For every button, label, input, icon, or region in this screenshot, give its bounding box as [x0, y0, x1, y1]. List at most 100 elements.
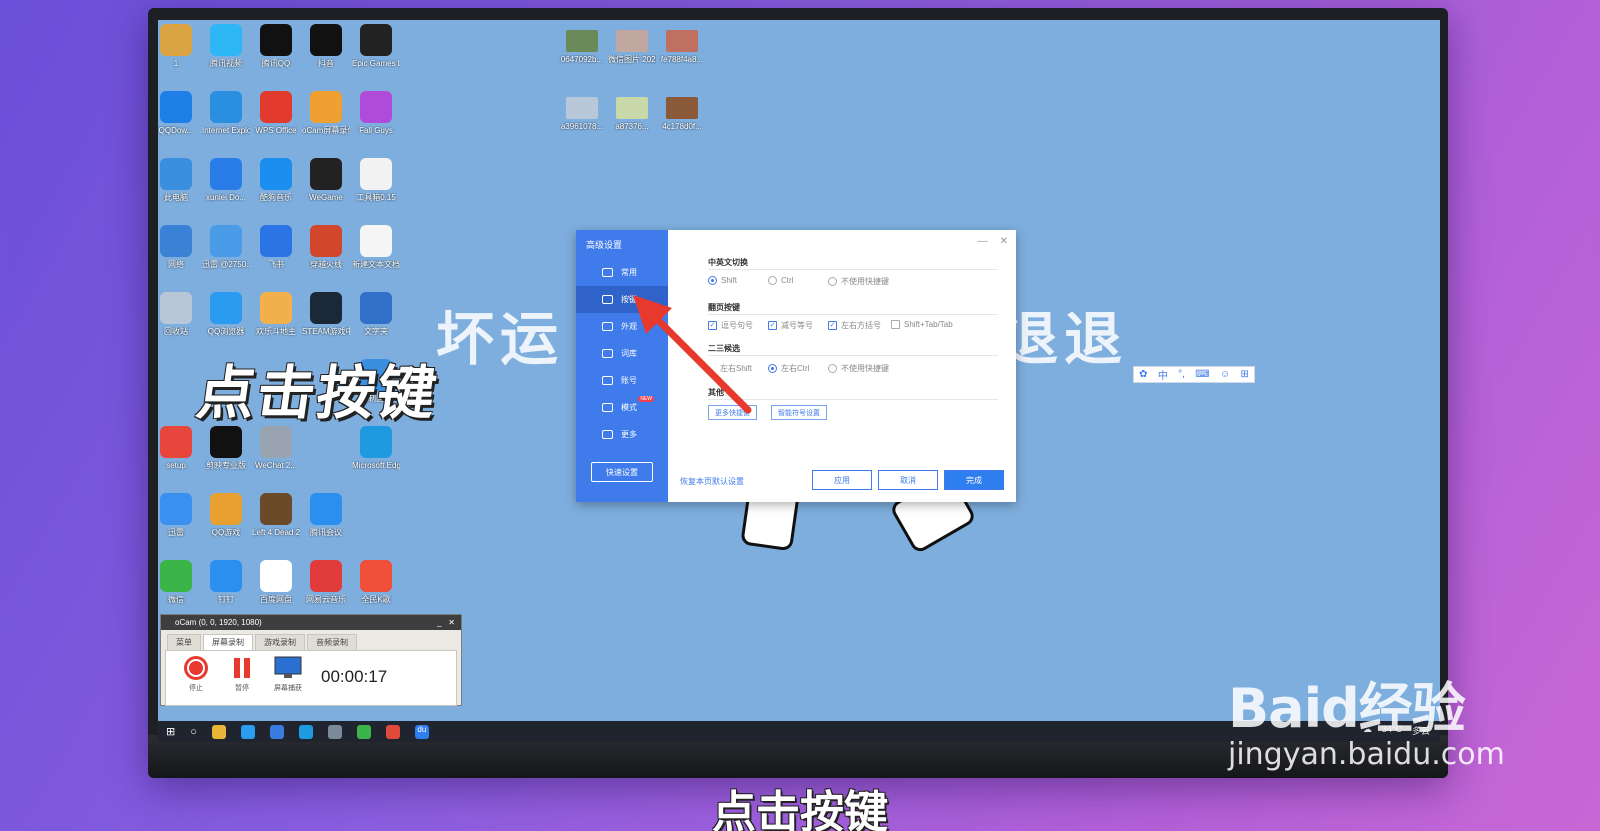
desktop-icon[interactable]: 飞书 — [252, 225, 300, 270]
pause-icon — [234, 658, 250, 678]
desktop-icon[interactable]: Microsoft Edge — [352, 426, 400, 471]
smart-symbol-button[interactable]: 智能符号设置 — [771, 405, 827, 420]
paw-icon[interactable]: ✿ — [1139, 369, 1147, 380]
windows-start-icon[interactable]: ⊞ — [166, 725, 175, 738]
desktop-icon[interactable]: 1 — [158, 24, 200, 69]
desktop-icon[interactable]: 百度网盘 — [252, 560, 300, 605]
desktop-image-file[interactable]: fe788f4a8... — [658, 30, 706, 65]
settings-nav-item[interactable]: 按键 — [576, 286, 668, 313]
desktop-icon[interactable]: STEAM游戏中心 — [302, 292, 350, 337]
ocam-taskbar-icon[interactable] — [385, 724, 400, 739]
desktop-icon[interactable]: 剪映专业版 — [202, 426, 250, 471]
desktop-icon[interactable]: 钉钉 — [202, 560, 250, 605]
desktop-image-file[interactable]: 微信图片 2022050... — [608, 30, 656, 65]
desktop-image-file[interactable]: 4c178d0f... — [658, 97, 706, 132]
desktop-icon[interactable]: 回收站 — [158, 292, 200, 337]
desktop-icon[interactable]: 全民K歌 — [352, 560, 400, 605]
wechat-taskbar-icon[interactable] — [356, 724, 371, 739]
radio-switch-none[interactable]: 不使用快捷键 — [828, 276, 889, 287]
desktop-icon[interactable]: 网易云音乐 — [302, 560, 350, 605]
desktop-icon[interactable]: 新建文本文档 — [352, 225, 400, 270]
desktop-icon[interactable]: 此电脑 — [158, 158, 200, 203]
settings-nav-item[interactable]: 常用 — [576, 259, 668, 286]
settings-nav-item[interactable]: 账号 — [576, 367, 668, 394]
desktop-icon[interactable]: 抖音 — [302, 24, 350, 69]
desktop-icon[interactable]: Left 4 Dead 2 — [252, 493, 300, 538]
desktop-icon[interactable]: QQ游戏 — [202, 493, 250, 538]
quick-settings-button[interactable]: 快速设置 — [591, 462, 653, 482]
close-icon[interactable]: ✕ — [1000, 236, 1008, 247]
app-taskbar-icon[interactable] — [327, 724, 342, 739]
checkbox-page-comma[interactable]: ✓ 逗号句号 — [708, 320, 753, 331]
chinese-mode-icon[interactable]: 中 — [1158, 367, 1168, 382]
minimize-icon[interactable]: — — [978, 236, 988, 247]
settings-nav-item[interactable]: 外观 — [576, 313, 668, 340]
edge-taskbar-icon[interactable] — [298, 724, 313, 739]
desktop-icon[interactable]: QQ浏览器 — [202, 292, 250, 337]
ocam-tab[interactable]: 屏幕录制 — [203, 634, 253, 650]
settings-nav-item[interactable]: 更多 — [576, 421, 668, 448]
desktop-icon[interactable]: QQDow... — [158, 91, 200, 136]
desktop-icon[interactable]: WeGame — [302, 158, 350, 203]
search-icon[interactable]: ○ — [190, 726, 197, 738]
file-explorer-icon[interactable] — [211, 724, 226, 739]
checkbox-page-tab[interactable]: Shift+Tab/Tab — [891, 320, 953, 329]
desktop-icon[interactable]: 迅雷 — [158, 493, 200, 538]
restore-defaults-link[interactable]: 恢复本页默认设置 — [680, 476, 744, 487]
more-shortcuts-button[interactable]: 更多快捷键 — [708, 405, 757, 420]
keyboard-icon — [602, 295, 613, 304]
punctuation-icon[interactable]: °, — [1178, 369, 1185, 380]
desktop-image-file[interactable]: a87376... — [608, 97, 656, 132]
cancel-button[interactable]: 取消 — [878, 470, 938, 490]
desktop-icon[interactable]: Epic Games Launcher — [352, 24, 400, 69]
radio-candidate-none[interactable]: 不使用快捷键 — [828, 363, 889, 374]
ocam-tab[interactable]: 游戏录制 — [255, 634, 305, 650]
desktop-icon[interactable]: 欢乐斗地主 — [252, 292, 300, 337]
desktop-icon[interactable]: xunlei Do... — [202, 158, 250, 203]
settings-nav-item[interactable]: 词库 — [576, 340, 668, 367]
xunlei-shortcut-icon — [210, 225, 242, 257]
radio-candidate-ctrl[interactable]: 左右Ctrl — [768, 363, 809, 374]
settings-nav-item[interactable]: 模式 NEW — [576, 394, 668, 421]
desktop-icon[interactable]: 腾讯会议 — [302, 493, 350, 538]
desktop-image-file[interactable]: a3961078... — [558, 97, 606, 132]
desktop-icon[interactable]: WeChat 2... — [252, 426, 300, 471]
ocam-window-controls[interactable]: _ ✕ — [437, 618, 455, 627]
radio-switch-shift[interactable]: Shift — [708, 276, 737, 285]
desktop-icon[interactable]: 腾讯QQ — [252, 24, 300, 69]
keyboard-icon[interactable]: ⌨ — [1195, 369, 1209, 380]
emoji-icon[interactable]: ☺ — [1220, 369, 1230, 380]
ocam-stop-button[interactable]: 停止 — [178, 655, 214, 693]
toolbox-icon[interactable]: ⊞ — [1240, 369, 1248, 380]
desktop-icon[interactable]: oCam屏幕录像 — [302, 91, 350, 136]
desktop-icon[interactable]: 微信 — [158, 560, 200, 605]
apply-button[interactable]: 应用 — [812, 470, 872, 490]
kge-icon — [360, 560, 392, 592]
desktop-icon[interactable]: 文字夹 — [352, 292, 400, 337]
desktop-icon-label: WeGame — [309, 193, 343, 202]
desktop-icon[interactable]: WPS Office — [252, 91, 300, 136]
desktop-icon[interactable]: Fall Guys — [352, 91, 400, 136]
desktop-icon[interactable]: Internet Explorer — [202, 91, 250, 136]
radio-candidate-shift[interactable]: 左右Shift — [720, 363, 752, 374]
ocam-capture-button[interactable]: 屏幕捕获 — [270, 655, 306, 693]
desktop-icon[interactable]: 腾讯视频 — [202, 24, 250, 69]
desktop-icon[interactable]: 穿越火线 — [302, 225, 350, 270]
radio-switch-ctrl[interactable]: Ctrl — [768, 276, 793, 285]
desktop-icon[interactable]: setup — [158, 426, 200, 471]
browser-taskbar-icon[interactable] — [269, 724, 284, 739]
ocam-tab[interactable]: 音频录制 — [307, 634, 357, 650]
desktop-icon[interactable]: 网络 — [158, 225, 200, 270]
baidu-ime-taskbar-icon[interactable]: du — [414, 724, 429, 739]
desktop-icon[interactable]: 酷狗音乐 — [252, 158, 300, 203]
checkbox-page-minus[interactable]: ✓ 减号等号 — [768, 320, 813, 331]
done-button[interactable]: 完成 — [944, 470, 1004, 490]
ocam-tab[interactable]: 菜单 — [167, 634, 201, 650]
qq-browser-taskbar-icon[interactable] — [240, 724, 255, 739]
desktop-icon[interactable]: 工具箱0.15 — [352, 158, 400, 203]
this-pc-icon — [160, 158, 192, 190]
ocam-pause-button[interactable]: 暂停 — [224, 655, 260, 693]
desktop-icon[interactable]: 迅雷 @2750... — [202, 225, 250, 270]
desktop-image-file[interactable]: 0647092b... — [558, 30, 606, 65]
checkbox-page-brackets[interactable]: ✓ 左右方括号 — [828, 320, 881, 331]
